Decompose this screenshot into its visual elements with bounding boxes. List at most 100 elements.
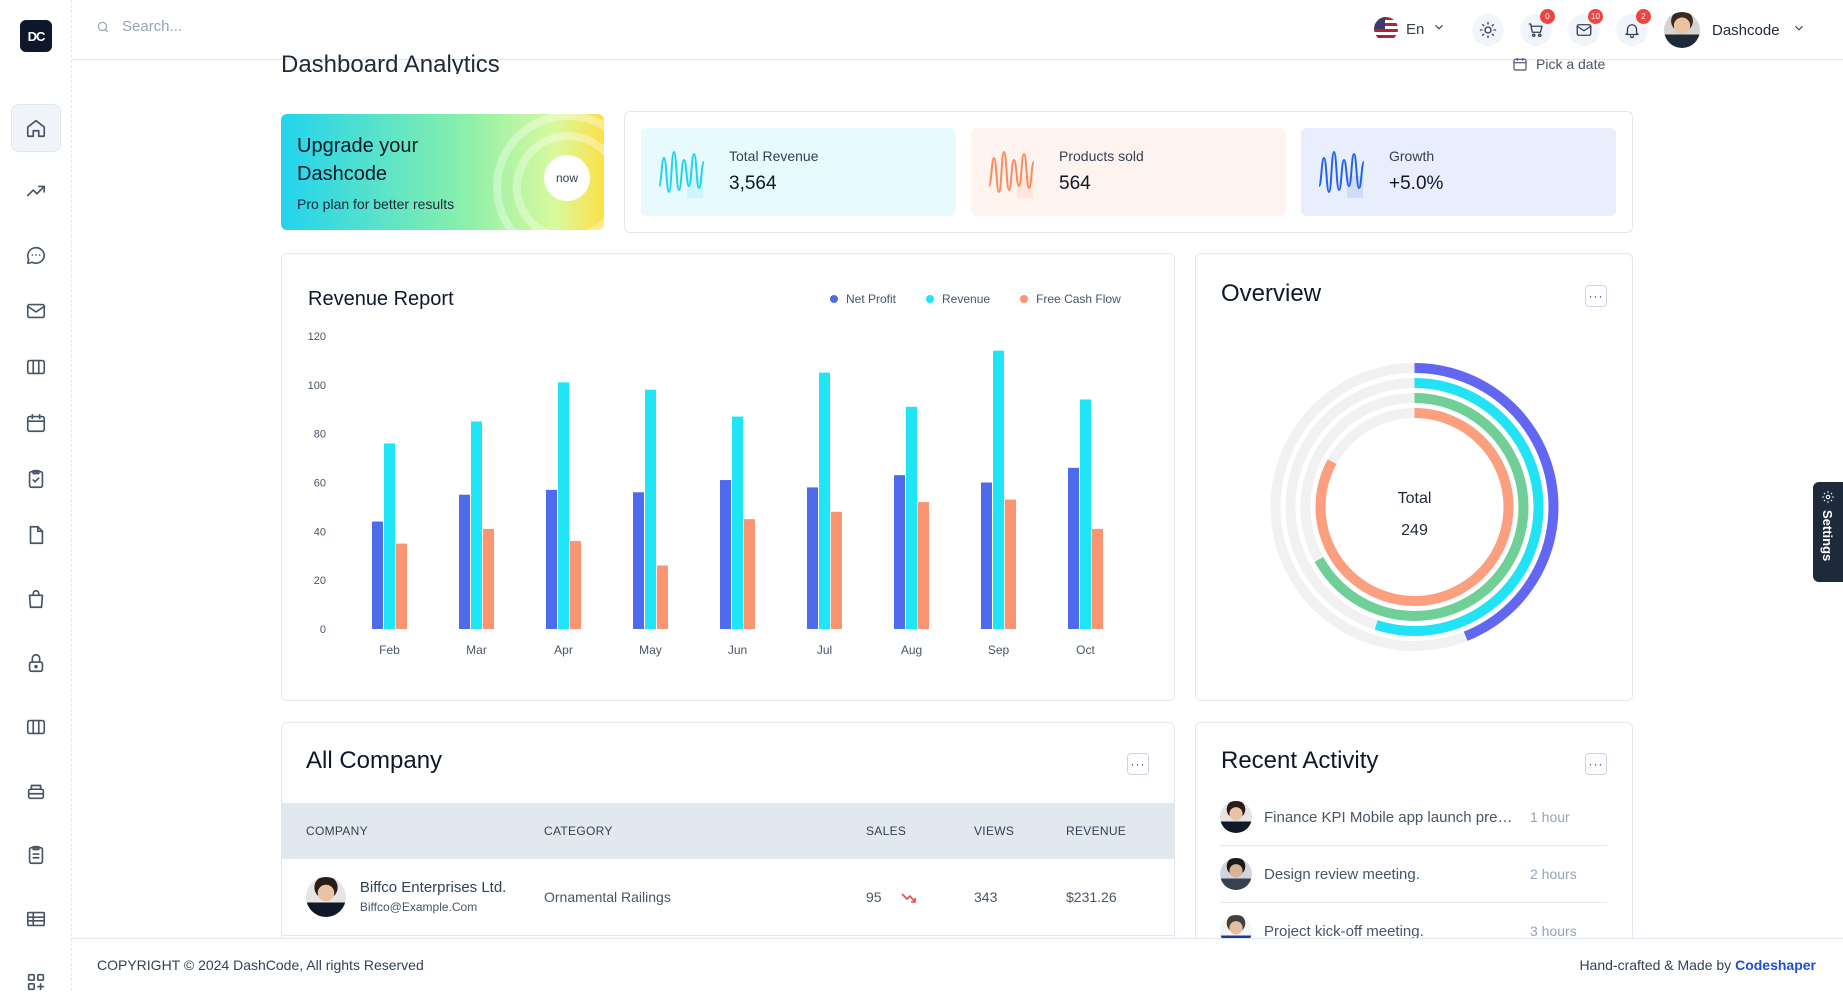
lock-icon (28, 653, 44, 673)
wave-line (1318, 150, 1365, 194)
bar-revenue (1080, 399, 1091, 629)
y-tick-label: 100 (308, 380, 326, 392)
activity-time: 1 hour (1530, 809, 1570, 825)
column-header[interactable]: CATEGORY (544, 803, 866, 859)
sidebar-item-table[interactable] (11, 895, 61, 943)
upgrade-subtitle: Pro plan for better results (297, 196, 455, 212)
recent-activity-card: Recent Activity ··· Finance KPI Mobile a… (1195, 722, 1633, 942)
x-tick-label: Jun (728, 643, 747, 657)
activity-item[interactable]: Finance KPI Mobile app launch preparion … (1220, 789, 1607, 846)
sidebar-item-forms[interactable] (11, 831, 61, 879)
sidebar-item-auth[interactable] (11, 639, 61, 687)
bar-revenue (993, 350, 1004, 629)
y-tick-label: 40 (314, 526, 326, 538)
bar-free-cash-flow (918, 502, 929, 629)
copyright-text: COPYRIGHT © 2024 DashCode, All rights Re… (97, 957, 424, 973)
search-box[interactable]: Search... (96, 18, 182, 35)
bar-free-cash-flow (744, 519, 755, 629)
sidebar-item-home[interactable] (11, 104, 61, 152)
file-icon (29, 525, 44, 545)
column-header[interactable]: VIEWS (974, 803, 1066, 859)
cart-button[interactable]: 0 (1520, 9, 1555, 46)
wave-chart-icon (988, 150, 1035, 198)
sidebar-item-columns[interactable] (11, 703, 61, 751)
company-email: Biffco@Example.Com (359, 900, 478, 915)
company-table: COMPANY CATEGORY SALES VIEWS REVENUE Bif… (282, 803, 1174, 936)
clipboard-check-icon (28, 469, 44, 489)
bar-net-profit (807, 487, 818, 629)
company-name: Biffco Enterprises Ltd. (359, 879, 507, 897)
page-title: Dashboard Analytics (281, 51, 500, 74)
sidebar-item-calendar[interactable] (11, 399, 61, 447)
sidebar-item-mail[interactable] (11, 287, 61, 335)
sidebar-item-analytics[interactable] (11, 167, 61, 215)
avatar (1220, 801, 1252, 833)
x-tick-label: Jul (817, 643, 832, 657)
x-tick-label: Mar (466, 643, 487, 657)
radial-total-label: Total (1398, 490, 1432, 507)
more-options-button[interactable]: ··· (1127, 753, 1149, 775)
activity-text: Design review meeting. (1264, 865, 1420, 883)
home-icon (26, 119, 46, 138)
chevron-down-icon (1432, 20, 1446, 38)
user-menu[interactable]: Dashcode (1664, 12, 1806, 48)
calendar-icon (1513, 58, 1527, 71)
bar-free-cash-flow (657, 565, 668, 629)
sidebar-item-apps[interactable] (11, 958, 61, 1006)
bar-free-cash-flow (1092, 528, 1103, 629)
bar-net-profit (1068, 467, 1079, 629)
company-avatar (306, 876, 346, 917)
logo[interactable]: DC (20, 20, 52, 52)
x-tick-label: Feb (379, 643, 400, 657)
made-by: Hand-crafted & Made by Codeshaper (1579, 957, 1816, 973)
company-sales: 95 (866, 888, 882, 905)
bar-free-cash-flow (396, 543, 407, 629)
mail-button[interactable]: 10 (1568, 9, 1603, 46)
stat-label: Products sold (1059, 148, 1144, 164)
language-selector[interactable]: En (1374, 17, 1446, 41)
date-picker-label: Pick a date (1536, 56, 1606, 72)
upgrade-now-button[interactable]: now (544, 155, 590, 201)
sidebar-item-docs[interactable] (11, 511, 61, 559)
settings-drawer-toggle[interactable]: Settings (1813, 482, 1843, 582)
sidebar-item-kanban[interactable] (11, 343, 61, 391)
sidebar-item-chat[interactable] (11, 231, 61, 279)
bar-free-cash-flow (831, 511, 842, 629)
search-icon (97, 21, 109, 32)
made-by-link[interactable]: Codeshaper (1735, 957, 1816, 973)
bar-free-cash-flow (1005, 499, 1016, 629)
more-options-button[interactable]: ··· (1585, 753, 1607, 775)
chat-icon (26, 246, 46, 265)
activity-item[interactable]: Project kick-off meeting. 3 hours (1220, 903, 1607, 941)
sidebar-item-todo[interactable] (11, 455, 61, 503)
activity-time: 3 hours (1530, 923, 1577, 939)
wave-chart-icon (1318, 150, 1365, 198)
notification-button[interactable]: 2 (1616, 9, 1651, 46)
table-row[interactable]: Biffco Enterprises Ltd. Biffco@Example.C… (282, 859, 1174, 936)
y-tick-label: 20 (314, 575, 326, 587)
theme-toggle-button[interactable] (1472, 14, 1504, 46)
sidebar-item-inbox[interactable] (11, 767, 61, 815)
bar-revenue (906, 406, 917, 629)
made-by-prefix: Hand-crafted & Made by (1579, 957, 1732, 973)
bar-net-profit (981, 482, 992, 629)
stat-value: +5.0% (1389, 173, 1444, 194)
mail-icon (1576, 24, 1592, 36)
x-tick-label: Oct (1076, 643, 1095, 657)
stat-label: Growth (1389, 148, 1435, 164)
column-header[interactable]: COMPANY (282, 803, 544, 859)
sidebar-item-shop[interactable] (11, 575, 61, 623)
date-picker[interactable]: Pick a date (1512, 56, 1605, 72)
bar-revenue (384, 443, 395, 629)
company-views: 343 (974, 859, 1066, 936)
trending-down-icon (901, 893, 917, 903)
column-header[interactable]: REVENUE (1066, 803, 1174, 859)
radial-bar (1314, 393, 1529, 621)
trending-icon (26, 185, 46, 197)
activity-item[interactable]: Design review meeting. 2 hours (1220, 846, 1607, 903)
column-header[interactable]: SALES (866, 803, 974, 859)
y-tick-label: 80 (314, 429, 326, 441)
search-input[interactable]: Search... (122, 18, 182, 35)
table-icon (26, 911, 46, 927)
stat-total-revenue: Total Revenue 3,564 (641, 128, 956, 216)
